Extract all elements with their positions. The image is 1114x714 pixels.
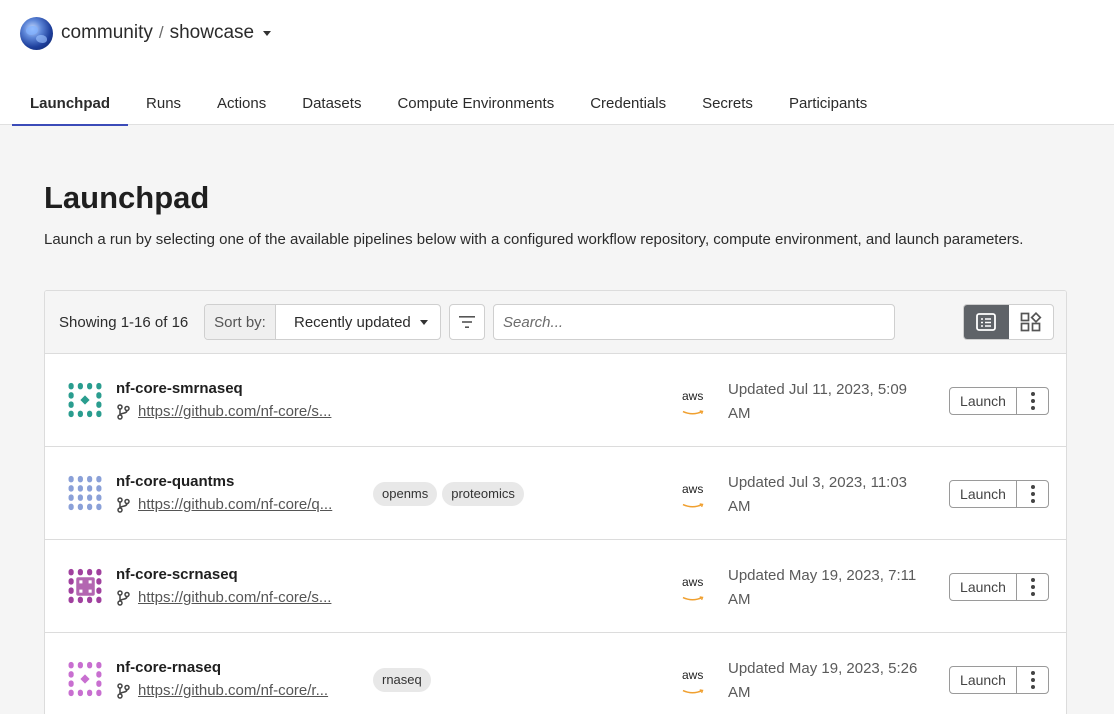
pipeline-name[interactable]: nf-core-smrnaseq [116, 380, 243, 397]
path-separator: / [158, 23, 164, 42]
launch-button[interactable]: Launch [950, 388, 1017, 414]
caret-down-icon [419, 319, 428, 325]
aws-platform-icon: aws [682, 389, 704, 415]
aws-platform-icon: aws [682, 482, 704, 508]
tab-launchpad[interactable]: Launchpad [12, 85, 129, 126]
page-title: Launchpad [44, 180, 210, 215]
updated-line-1: Updated Jul 3, 2023, 11:03 [728, 474, 908, 491]
updated-timestamp: Updated May 19, 2023, 5:26 AM [728, 657, 933, 705]
sort-dropdown[interactable]: Recently updated [276, 305, 440, 339]
tab-datasets[interactable]: Datasets [284, 85, 379, 125]
repository: https://github.com/nf-core/s... [116, 589, 331, 606]
more-options-icon[interactable] [1017, 667, 1048, 693]
filter-icon [459, 316, 475, 328]
tag-list: rnaseq [373, 668, 436, 692]
pipeline-name[interactable]: nf-core-rnaseq [116, 659, 221, 676]
pipeline-row[interactable]: nf-core-scrnaseq https://github.com/nf-c… [45, 540, 1066, 633]
launch-button[interactable]: Launch [950, 667, 1017, 693]
launch-button[interactable]: Launch [950, 481, 1017, 507]
tag-list: openms proteomics [373, 482, 529, 506]
pipeline-logo-icon [67, 382, 103, 418]
tab-credentials[interactable]: Credentials [572, 85, 684, 125]
updated-timestamp: Updated Jul 3, 2023, 11:03 AM [728, 471, 933, 519]
aws-platform-icon: aws [682, 575, 704, 601]
filter-button[interactable] [449, 304, 485, 340]
pipeline-logo-icon [67, 475, 103, 511]
tab-runs[interactable]: Runs [128, 85, 199, 125]
more-options-icon[interactable] [1017, 574, 1048, 600]
tab-compute-environments[interactable]: Compute Environments [379, 85, 572, 125]
repository-link[interactable]: https://github.com/nf-core/s... [138, 589, 331, 606]
tab-secrets[interactable]: Secrets [684, 85, 771, 125]
globe-avatar-icon [20, 16, 53, 50]
tab-actions[interactable]: Actions [199, 85, 284, 125]
results-count: Showing 1-16 of 16 [59, 314, 189, 331]
git-branch-icon [116, 496, 130, 513]
workspace-tabs: Launchpad Runs Actions Datasets Compute Envi… [12, 85, 885, 126]
sort-label: Sort by: [205, 305, 276, 339]
pipeline-actions: Launch [949, 480, 1049, 508]
tag-chip[interactable]: proteomics [442, 482, 524, 506]
pipeline-logo-icon [67, 661, 103, 697]
grid-view-icon [1020, 312, 1042, 332]
top-header: community / showcase Launchpad Runs Action… [0, 0, 1114, 126]
list-view-button[interactable] [964, 305, 1009, 339]
pipeline-row[interactable]: nf-core-smrnaseq https://github.com/nf-c… [45, 354, 1066, 447]
git-branch-icon [116, 682, 130, 699]
tag-chip[interactable]: rnaseq [373, 668, 431, 692]
updated-timestamp: Updated Jul 11, 2023, 5:09 AM [728, 378, 933, 426]
repository: https://github.com/nf-core/q... [116, 496, 332, 513]
updated-line-1: Updated May 19, 2023, 7:11 [728, 567, 917, 584]
workspace-name: showcase [169, 22, 255, 43]
page-description: Launch a run by selecting one of the ava… [44, 231, 1024, 248]
pipeline-row[interactable]: nf-core-quantms https://github.com/nf-co… [45, 447, 1066, 540]
list-view-icon [976, 313, 997, 331]
repository: https://github.com/nf-core/s... [116, 403, 331, 420]
more-options-icon[interactable] [1017, 388, 1048, 414]
sort-value: Recently updated [294, 313, 411, 331]
grid-view-button[interactable] [1009, 305, 1054, 339]
pipeline-list: nf-core-smrnaseq https://github.com/nf-c… [45, 354, 1066, 714]
updated-line-2: AM [728, 591, 751, 608]
git-branch-icon [116, 403, 130, 420]
tab-participants[interactable]: Participants [771, 85, 885, 125]
more-options-icon[interactable] [1017, 481, 1048, 507]
repository-link[interactable]: https://github.com/nf-core/r... [138, 682, 328, 699]
pipeline-actions: Launch [949, 387, 1049, 415]
pipeline-actions: Launch [949, 666, 1049, 694]
updated-line-1: Updated Jul 11, 2023, 5:09 [728, 381, 908, 398]
pipeline-logo-icon [67, 568, 103, 604]
pipeline-name[interactable]: nf-core-quantms [116, 473, 234, 490]
platform-label: aws [682, 482, 704, 496]
repository: https://github.com/nf-core/r... [116, 682, 328, 699]
pipeline-name[interactable]: nf-core-scrnaseq [116, 566, 238, 583]
repository-link[interactable]: https://github.com/nf-core/s... [138, 403, 331, 420]
platform-label: aws [682, 389, 704, 403]
workspace-switcher[interactable]: community / showcase [20, 16, 272, 50]
pipeline-actions: Launch [949, 573, 1049, 601]
view-toggle[interactable] [963, 304, 1054, 340]
pipeline-row[interactable]: nf-core-rnaseq https://github.com/nf-cor… [45, 633, 1066, 714]
tag-chip[interactable]: openms [373, 482, 438, 506]
sort-select[interactable]: Sort by: Recently updated [204, 304, 441, 340]
updated-line-2: AM [728, 498, 751, 515]
aws-platform-icon: aws [682, 668, 704, 694]
search-input[interactable] [493, 304, 895, 340]
git-branch-icon [116, 589, 130, 606]
updated-line-2: AM [728, 684, 751, 701]
list-toolbar: Showing 1-16 of 16 Sort by: Recently upd… [45, 291, 1066, 354]
caret-down-icon [263, 30, 272, 36]
updated-timestamp: Updated May 19, 2023, 7:11 AM [728, 564, 933, 612]
repository-link[interactable]: https://github.com/nf-core/q... [138, 496, 332, 513]
workspace-path: community / showcase [61, 22, 272, 44]
updated-line-1: Updated May 19, 2023, 5:26 [728, 660, 918, 677]
launch-button[interactable]: Launch [950, 574, 1017, 600]
platform-label: aws [682, 668, 704, 682]
org-name: community [61, 22, 153, 43]
pipelines-panel: Showing 1-16 of 16 Sort by: Recently upd… [44, 290, 1067, 714]
platform-label: aws [682, 575, 704, 589]
updated-line-2: AM [728, 405, 751, 422]
